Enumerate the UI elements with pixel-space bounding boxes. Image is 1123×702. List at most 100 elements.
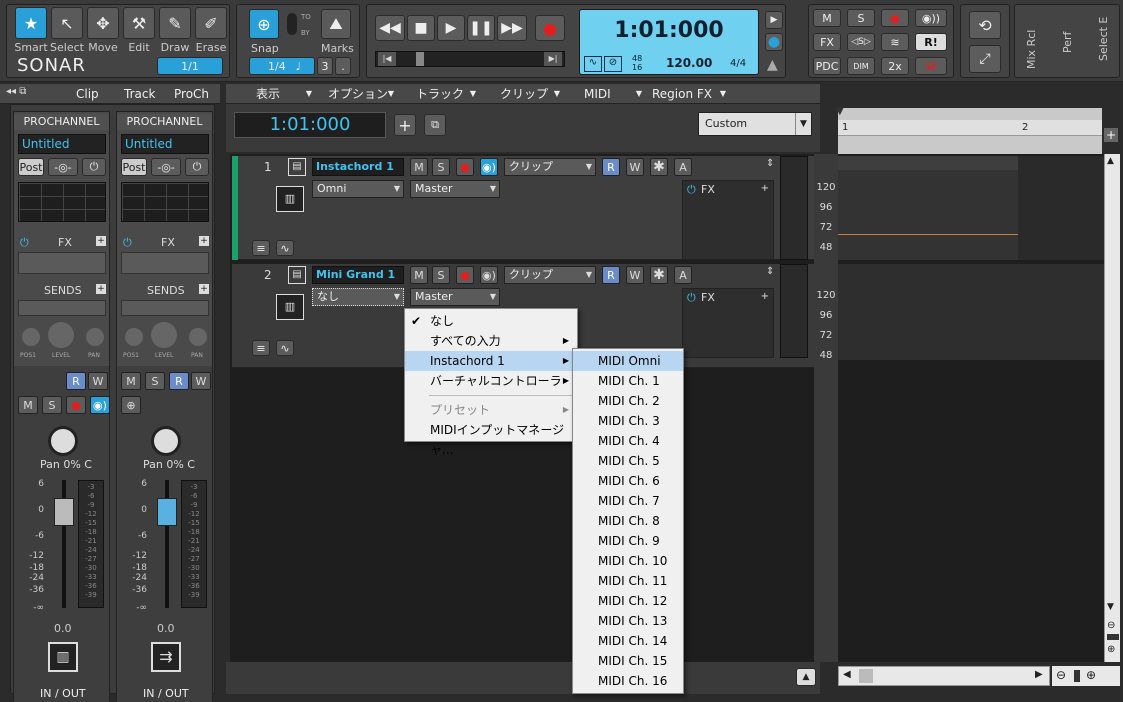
menu-item-midi-ch-11[interactable]: MIDI Ch. 11	[573, 571, 683, 591]
double-speed-button[interactable]: 2x	[881, 57, 909, 75]
freeze-icon[interactable]: ✱	[650, 158, 668, 176]
send-bin[interactable]	[121, 300, 209, 316]
piano-icon[interactable]: ▥	[276, 294, 304, 320]
select-tab[interactable]: Select E	[1097, 17, 1110, 61]
fx-bin[interactable]: ⏻ FX +	[682, 180, 774, 260]
metronome-count-icon[interactable]: ⊘	[604, 56, 622, 72]
send-level-knob[interactable]	[151, 322, 177, 348]
scroll-up-icon[interactable]: ▲	[1107, 156, 1114, 166]
output-routing-icon[interactable]: ⇉	[151, 642, 181, 672]
pan-knob[interactable]	[48, 426, 78, 456]
mute-button[interactable]: M	[121, 372, 141, 390]
post-button[interactable]: Post	[18, 158, 44, 176]
menu-item-midi-ch-14[interactable]: MIDI Ch. 14	[573, 631, 683, 651]
menu-item-midi-ch-2[interactable]: MIDI Ch. 2	[573, 391, 683, 411]
automation-icon[interactable]: ≋	[881, 33, 909, 51]
menu-item-midi-ch-6[interactable]: MIDI Ch. 6	[573, 471, 683, 491]
reset-button[interactable]: R!	[915, 33, 947, 51]
menu-item-midi-ch-9[interactable]: MIDI Ch. 9	[573, 531, 683, 551]
record-icon[interactable]: ●	[535, 15, 565, 41]
track-menu-icon[interactable]: ≡	[252, 240, 270, 256]
fx-power-icon[interactable]: ⏻	[687, 291, 696, 305]
erase-tool-icon[interactable]: ✐	[195, 7, 227, 39]
write-disable-icon[interactable]: W̸	[915, 57, 947, 75]
fx-power-icon[interactable]: ⏻	[687, 183, 696, 197]
fx-power-icon[interactable]: ⏻	[20, 236, 29, 250]
menu-item-midi-ch-12[interactable]: MIDI Ch. 12	[573, 591, 683, 611]
menu-clip[interactable]: クリップ	[494, 84, 564, 104]
menu-item-instachord[interactable]: Instachord 1	[405, 351, 577, 371]
dim-button[interactable]: DIM	[847, 57, 875, 75]
fx-power-icon[interactable]: ⏻	[123, 236, 132, 250]
automation-lane-icon[interactable]: ∿	[276, 340, 294, 356]
transport-dot-icon[interactable]: ●	[765, 33, 783, 51]
send-level-knob[interactable]	[48, 322, 74, 348]
solo-button[interactable]: S	[432, 158, 450, 176]
midi-panic-icon[interactable]: ◁S▷	[847, 33, 875, 51]
routing-icon[interactable]: -◎-	[48, 158, 78, 176]
pan-knob[interactable]	[151, 426, 181, 456]
sends-add-icon[interactable]: +	[199, 284, 209, 294]
select-tool-icon[interactable]: ↖	[51, 7, 83, 39]
rewind-icon[interactable]: ◀◀	[375, 15, 405, 41]
now-marker-icon[interactable]: ▼	[836, 106, 844, 117]
perf-tab[interactable]: Perf	[1061, 32, 1074, 53]
tempo-value[interactable]: 120.00	[666, 56, 712, 70]
volume-fader[interactable]	[54, 498, 74, 526]
menu-item-midi-ch-8[interactable]: MIDI Ch. 8	[573, 511, 683, 531]
play-icon[interactable]: ▶	[437, 15, 465, 41]
read-automation-button[interactable]: R	[602, 158, 620, 176]
automation-lane-icon[interactable]: ∿	[276, 240, 294, 256]
piano-icon[interactable]: ▥	[48, 642, 78, 672]
strip-name[interactable]: Untitled	[121, 134, 209, 154]
fx-bin[interactable]	[18, 252, 106, 274]
routing-icon[interactable]: -◎-	[151, 158, 181, 176]
tab-clip[interactable]: Clip	[76, 87, 99, 101]
input-echo-icon[interactable]: ◉)	[480, 158, 498, 176]
smart-tool-icon[interactable]: ★	[15, 7, 47, 39]
menu-region-fx[interactable]: Region FX	[646, 84, 730, 104]
expand-view-icon[interactable]: ⤢	[969, 45, 1001, 73]
meter-value[interactable]: 4/4	[730, 58, 746, 69]
send-pos-knob[interactable]	[22, 328, 40, 346]
menu-item-midi-ch-3[interactable]: MIDI Ch. 3	[573, 411, 683, 431]
fx-add-icon[interactable]: +	[761, 291, 769, 302]
mix-recall-tab[interactable]: Mix Rcl	[1025, 30, 1038, 69]
snap-to-toggle[interactable]	[287, 13, 297, 35]
send-pan-knob[interactable]	[189, 328, 207, 346]
mute-button[interactable]: M	[18, 396, 38, 414]
input-echo-icon[interactable]: ◉)	[480, 266, 498, 284]
track-name[interactable]: Mini Grand 1	[312, 266, 404, 284]
freeze-icon[interactable]: ✱	[650, 266, 668, 284]
zoom-out-icon[interactable]: ⊖	[1056, 668, 1066, 682]
mute-button[interactable]: M	[410, 158, 428, 176]
record-arm-icon[interactable]: ●	[456, 158, 474, 176]
menu-track[interactable]: トラック	[410, 84, 480, 104]
transport-time[interactable]: 1:01:000	[580, 18, 758, 43]
position-slider[interactable]: |◀ ▶|	[375, 51, 565, 67]
send-pos-knob[interactable]	[125, 328, 143, 346]
snap-icon[interactable]: ⊕	[249, 9, 279, 39]
solo-button[interactable]: S	[145, 372, 165, 390]
power-icon[interactable]: ⏻	[82, 158, 106, 176]
track-icon[interactable]: ▤	[288, 266, 306, 284]
record-arm-icon[interactable]: ●	[881, 9, 909, 27]
fx-add-icon[interactable]: +	[96, 236, 106, 246]
menu-item-midi-ch-16[interactable]: MIDI Ch. 16	[573, 671, 683, 691]
send-pan-knob[interactable]	[86, 328, 104, 346]
ruler-add-icon[interactable]: +	[1104, 128, 1118, 142]
input-select[interactable]: Omni	[312, 180, 404, 198]
archive-button[interactable]: A	[674, 266, 692, 284]
output-select[interactable]: Master	[410, 180, 500, 198]
read-automation-button[interactable]: R	[66, 372, 86, 390]
snap-dot-button[interactable]: .	[335, 57, 351, 75]
menu-item-midi-ch-7[interactable]: MIDI Ch. 7	[573, 491, 683, 511]
menu-midi[interactable]: MIDI	[578, 84, 646, 104]
clip-block[interactable]	[838, 156, 1018, 260]
clip-select[interactable]: クリップ	[504, 158, 596, 176]
menu-item-none[interactable]: ✔ なし	[405, 311, 577, 331]
fx-bin[interactable]: ⏻ FX +	[682, 288, 774, 358]
move-tool-icon[interactable]: ✥	[87, 7, 119, 39]
solo-button[interactable]: S	[42, 396, 62, 414]
menu-options[interactable]: オプション	[322, 84, 398, 104]
